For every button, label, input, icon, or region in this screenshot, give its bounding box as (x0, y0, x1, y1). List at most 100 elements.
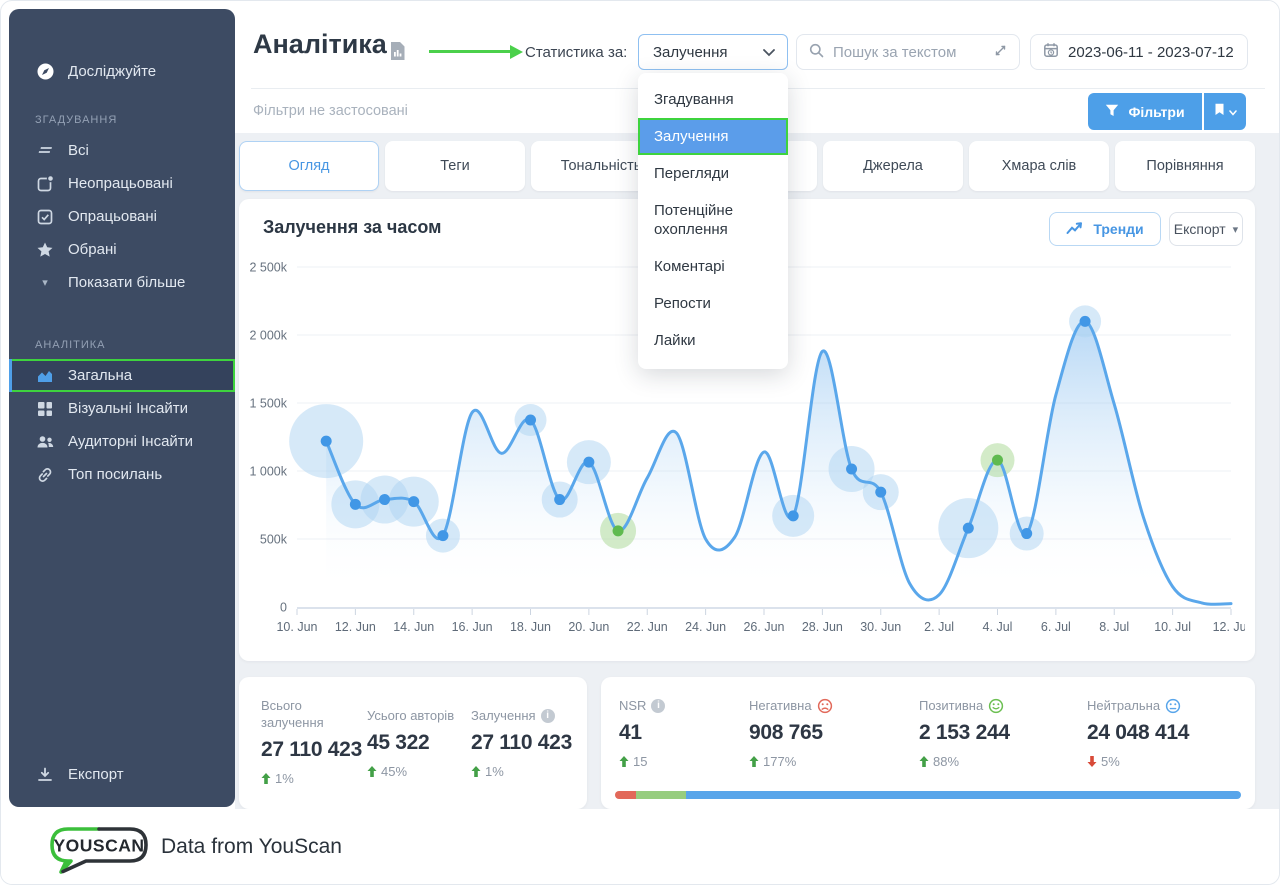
export-button-label: Експорт (1174, 221, 1226, 237)
stats-by-select[interactable]: Залучення (638, 34, 788, 70)
filters-button-label: Фільтри (1128, 104, 1184, 120)
sidebar-item-all[interactable]: Всі (9, 134, 235, 167)
metric-value: 24 048 414 (1087, 721, 1189, 745)
svg-text:22. Jun: 22. Jun (627, 620, 668, 634)
chart-export-button[interactable]: Експорт ▾ (1169, 212, 1243, 246)
svg-text:26. Jun: 26. Jun (743, 620, 784, 634)
sidebar-section-mentions: ЗГАДУВАННЯ (35, 114, 235, 126)
expand-icon[interactable] (994, 44, 1007, 61)
metric-delta: 45% (381, 764, 407, 779)
dropdown-item-4[interactable]: Коментарі (638, 248, 788, 285)
svg-text:4. Jul: 4. Jul (983, 620, 1013, 634)
metric-delta: 1% (275, 771, 294, 786)
sidebar-item-general[interactable]: Загальна (9, 359, 235, 392)
metric-delta: 177% (763, 754, 796, 769)
svg-text:12. Jul: 12. Jul (1213, 620, 1245, 634)
unprocessed-icon (35, 174, 55, 194)
svg-text:0: 0 (280, 601, 287, 615)
info-icon[interactable]: i (541, 709, 555, 723)
dropdown-item-1[interactable]: Залучення (638, 118, 788, 155)
arrow-up-icon (749, 756, 759, 767)
star-icon (35, 240, 55, 260)
tab-comparison[interactable]: Порівняння (1115, 141, 1255, 191)
sidebar-section-analytics: АНАЛІТИКА (35, 339, 235, 351)
search-input[interactable]: Пошук за текстом (796, 34, 1020, 70)
sidebar-item-label: Досліджуйте (68, 63, 156, 80)
svg-text:24. Jun: 24. Jun (685, 620, 726, 634)
tab-word-cloud[interactable]: Хмара слів (969, 141, 1109, 191)
download-icon (35, 765, 55, 785)
positive-face-icon (988, 698, 1004, 714)
metric-delta: 1% (485, 764, 504, 779)
bookmark-icon (1214, 103, 1225, 121)
youscan-analytics-page: Досліджуйте ЗГАДУВАННЯ Всі Неопрацьовані… (0, 0, 1280, 885)
svg-text:10. Jun: 10. Jun (276, 620, 317, 634)
metric-delta: 15 (633, 754, 647, 769)
search-placeholder: Пошук за текстом (833, 44, 985, 61)
filters-button[interactable]: Фільтри (1088, 93, 1202, 130)
trends-button-label: Тренди (1093, 221, 1143, 237)
report-document-icon[interactable] (389, 41, 406, 66)
svg-text:2 000k: 2 000k (249, 329, 287, 343)
people-icon (35, 432, 55, 452)
sidebar-item-export[interactable]: Експорт (9, 758, 235, 791)
tab-overview[interactable]: Огляд (239, 141, 379, 191)
metric-label: Негативна (749, 697, 812, 714)
arrow-up-icon (261, 773, 271, 784)
metric-label: Нейтральна (1087, 697, 1160, 714)
sidebar-item-label: Обрані (68, 241, 117, 258)
date-range-picker[interactable]: 2023-06-11 - 2023-07-12 (1030, 34, 1248, 70)
info-icon[interactable]: i (651, 699, 665, 713)
metric-delta: 88% (933, 754, 959, 769)
metric-value: 908 765 (749, 721, 833, 745)
svg-text:28. Jun: 28. Jun (802, 620, 843, 634)
caret-down-icon: ▾ (1233, 223, 1239, 236)
stats-by-label: Статистика за: (525, 44, 627, 61)
stats-by-dropdown-menu: ЗгадуванняЗалученняПереглядиПотенційне о… (638, 73, 788, 369)
sidebar-item-top-links[interactable]: Топ посилань (9, 458, 235, 491)
sentiment-summary-card: NSRi 41 15 Негативна 908 765 177% Позити… (601, 677, 1255, 809)
metric-label: Всього залучення (261, 697, 347, 731)
saved-filters-button[interactable] (1204, 93, 1246, 130)
sidebar-item-show-more[interactable]: ▾ Показати більше (9, 266, 235, 299)
svg-text:10. Jul: 10. Jul (1154, 620, 1191, 634)
annotation-arrow (429, 50, 511, 53)
sidebar-item-processed[interactable]: Опрацьовані (9, 200, 235, 233)
svg-text:2 500k: 2 500k (249, 261, 287, 275)
chevron-down-icon (763, 44, 775, 61)
metric-label: NSR (619, 697, 646, 714)
negative-face-icon (817, 698, 833, 714)
dropdown-item-3[interactable]: Потенційне охоплення (638, 192, 788, 248)
arrow-up-icon (471, 766, 481, 777)
trend-line-icon (1066, 221, 1083, 238)
sentiment-segment-neutral (686, 791, 1241, 799)
trends-button[interactable]: Тренди (1049, 212, 1161, 246)
calendar-icon (1043, 42, 1059, 62)
sidebar-item-explore[interactable]: Досліджуйте (9, 55, 235, 88)
metric-delta: 5% (1101, 754, 1120, 769)
svg-text:1 000k: 1 000k (249, 465, 287, 479)
svg-text:6. Jul: 6. Jul (1041, 620, 1071, 634)
sidebar-item-label: Неопрацьовані (68, 175, 173, 192)
sidebar-item-favorites[interactable]: Обрані (9, 233, 235, 266)
sidebar-item-unprocessed[interactable]: Неопрацьовані (9, 167, 235, 200)
sidebar-item-visual-insights[interactable]: Візуальні Інсайти (9, 392, 235, 425)
grid-icon (35, 399, 55, 419)
metric-label: Позитивна (919, 697, 983, 714)
sidebar-item-label: Аудиторні Інсайти (68, 433, 193, 450)
tab-sources[interactable]: Джерела (823, 141, 963, 191)
sidebar-item-label: Загальна (68, 367, 132, 384)
dropdown-item-2[interactable]: Перегляди (638, 155, 788, 192)
stream-lines-icon (35, 141, 55, 161)
tab-tags[interactable]: Теги (385, 141, 525, 191)
neutral-face-icon (1165, 698, 1181, 714)
footer-caption: Data from YouScan (161, 835, 342, 859)
footer: YOUSCAN Data from YouScan (1, 809, 1279, 885)
svg-text:1 500k: 1 500k (249, 397, 287, 411)
arrow-up-icon (919, 756, 929, 767)
tab-label: Джерела (863, 158, 923, 174)
dropdown-item-6[interactable]: Лайки (638, 322, 788, 359)
dropdown-item-5[interactable]: Репости (638, 285, 788, 322)
dropdown-item-0[interactable]: Згадування (638, 81, 788, 118)
sidebar-item-audience-insights[interactable]: Аудиторні Інсайти (9, 425, 235, 458)
